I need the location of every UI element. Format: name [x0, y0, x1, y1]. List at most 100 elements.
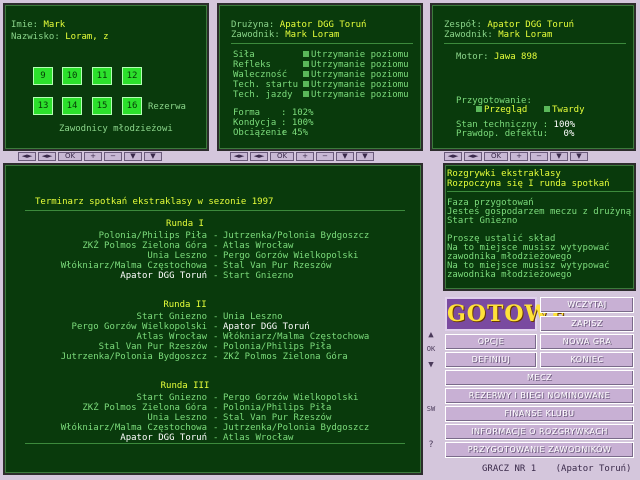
obciazenie-label: Obciążenie [233, 128, 288, 138]
checkbox-icon [544, 106, 550, 112]
messages-title: Rozgrywki ekstraklasy [447, 169, 561, 179]
fixture-away-team: Atlas Wrocław [223, 433, 294, 443]
fixture-away-team: Włókniarz/Malma Częstochowa [223, 332, 370, 342]
przygotowanie-button[interactable]: PRZYGOTOWANIE ZAWODNIKÓW [445, 442, 634, 458]
side-sw-button[interactable]: SW [425, 405, 437, 419]
skill-tech-startu-label: Tech. startu [233, 80, 299, 90]
checkbox-icon [476, 106, 482, 112]
nazwisko-label: Nazwisko: [11, 32, 60, 42]
druzyna-value: Apator DGG Toruń [279, 20, 367, 30]
toolbar-minus-button[interactable]: − [104, 152, 122, 161]
fixture-separator: - [213, 261, 219, 271]
round-title: Runda II [163, 300, 207, 310]
toolbar-next-button[interactable]: ◄► [38, 152, 56, 161]
skill-tech-jazdy-option[interactable]: Utrzymanie poziomu [303, 90, 409, 100]
toolbar-next-button[interactable]: ◄► [464, 152, 482, 161]
fixture-home-team: Apator DGG Toruń [120, 271, 207, 281]
fixture-away-team: Stal Van Pur Rzeszów [223, 413, 332, 423]
squad-slot-15[interactable]: 15 [92, 97, 112, 115]
toolbar-prev-button[interactable]: ◄► [18, 152, 36, 161]
obciazenie-value: : 45% [281, 128, 309, 138]
toolbar-down-button[interactable]: ▼ [336, 152, 354, 161]
toolbar-ok-button[interactable]: OK [484, 152, 508, 161]
imie-value: Mark [43, 20, 66, 30]
skill-tech-jazdy-label: Tech. jazdy [233, 90, 293, 100]
toolbar-ok-button[interactable]: OK [58, 152, 82, 161]
fixture-separator: - [213, 332, 219, 342]
kondycja-label: Kondycja [233, 118, 277, 128]
fixture-home-team: Start Gniezno [136, 393, 207, 403]
squad-slot-16[interactable]: 16 [122, 97, 142, 115]
skill-refleks-option[interactable]: Utrzymanie poziomu [303, 60, 409, 70]
koniec-button[interactable]: KONIEC [540, 352, 634, 368]
zapisz-button[interactable]: ZAPISZ [540, 316, 634, 332]
divider [447, 191, 633, 192]
toolbar-plus-button[interactable]: + [296, 152, 314, 161]
wczytaj-button[interactable]: WCZYTAJ [540, 297, 634, 313]
rezerwy-button[interactable]: REZERWY I BIEGI NOMINOWANE [445, 388, 634, 404]
informacje-button[interactable]: INFORMACJE O ROZGRYWKACH [445, 424, 634, 440]
toolbar-next-button[interactable]: ◄► [250, 152, 268, 161]
round-title: Runda III [160, 381, 210, 391]
fixture-away-team: Unia Leszno [223, 312, 283, 322]
opcje-button[interactable]: OPCJE [445, 334, 537, 350]
toolbar-minus-button[interactable]: − [530, 152, 548, 161]
imie-label: Imie: [11, 20, 39, 30]
squad-slot-11[interactable]: 11 [92, 67, 112, 85]
messages-subtitle: Rozpoczyna się I runda spotkań [447, 179, 610, 189]
message-line: zawodnika młodzieżowego [447, 270, 572, 280]
checkbox-icon [303, 71, 309, 77]
twardy-option[interactable]: Twardy [544, 105, 585, 115]
divider [25, 210, 405, 211]
scroll-up-icon[interactable]: ▲ [425, 330, 437, 344]
fixture-separator: - [213, 322, 219, 332]
toolbar-prev-button[interactable]: ◄► [230, 152, 248, 161]
zespol-label: Zespół: [444, 20, 482, 30]
scroll-down-icon[interactable]: ▼ [425, 360, 437, 374]
side-ok-button[interactable]: OK [425, 345, 437, 359]
checkbox-icon [303, 61, 309, 67]
message-line: Start Gniezno [447, 216, 518, 226]
gotowe-button[interactable]: GOTOWE [445, 297, 567, 331]
stats-toolbar: ◄► ◄► OK + − ▼ ▼ [230, 152, 374, 162]
fixture-separator: - [213, 231, 219, 241]
toolbar-ok-button[interactable]: OK [270, 152, 294, 161]
skill-tech-startu-option[interactable]: Utrzymanie poziomu [303, 80, 409, 90]
gracz-team: (Apator Toruń) [555, 464, 632, 474]
mecz-button[interactable]: MECZ [445, 370, 634, 386]
toolbar-minus-button[interactable]: − [316, 152, 334, 161]
motor-value: Jawa 898 [493, 52, 538, 62]
help-icon[interactable]: ? [425, 440, 437, 454]
squad-slot-10[interactable]: 10 [62, 67, 82, 85]
checkbox-icon [303, 91, 309, 97]
squad-slot-14[interactable]: 14 [62, 97, 82, 115]
toolbar-plus-button[interactable]: + [510, 152, 528, 161]
rezerwa-label: Rezerwa [148, 102, 186, 112]
toolbar-plus-button[interactable]: + [84, 152, 102, 161]
toolbar-down-button[interactable]: ▼ [550, 152, 568, 161]
stats-panel: Drużyna: Apator DGG Toruń Zawodnik: Mark… [217, 3, 423, 151]
definiuj-button[interactable]: DEFINIUJ [445, 352, 537, 368]
messages-panel: Rozgrywki ekstraklasy Rozpoczyna się I r… [443, 163, 636, 291]
gracz-label: GRACZ NR 1 [482, 464, 537, 474]
toolbar-down2-button[interactable]: ▼ [144, 152, 162, 161]
toolbar-down2-button[interactable]: ▼ [356, 152, 374, 161]
nowa-gra-button[interactable]: NOWA GRA [540, 334, 634, 350]
player-toolbar: ◄► ◄► OK + − ▼ ▼ [18, 152, 162, 162]
fixture-away-team: Jutrzenka/Polonia Bydgoszcz [223, 423, 370, 433]
toolbar-prev-button[interactable]: ◄► [444, 152, 462, 161]
fixture-separator: - [213, 271, 219, 281]
finanse-button[interactable]: FINANSE KLUBU [445, 406, 634, 422]
toolbar-down-button[interactable]: ▼ [124, 152, 142, 161]
fixture-home-team: Jutrzenka/Polonia Bydgoszcz [60, 352, 207, 362]
team-toolbar: ◄► ◄► OK + − ▼ ▼ [444, 152, 588, 162]
skill-walecznosc-option[interactable]: Utrzymanie poziomu [303, 70, 409, 80]
squad-slot-9[interactable]: 9 [33, 67, 53, 85]
toolbar-down2-button[interactable]: ▼ [570, 152, 588, 161]
skill-sila-option[interactable]: Utrzymanie poziomu [303, 50, 409, 60]
fixture-home-team: Start Gniezno [136, 312, 207, 322]
fixture-separator: - [213, 251, 219, 261]
przeglad-option[interactable]: Przegląd [476, 105, 527, 115]
squad-slot-12[interactable]: 12 [122, 67, 142, 85]
squad-slot-13[interactable]: 13 [33, 97, 53, 115]
